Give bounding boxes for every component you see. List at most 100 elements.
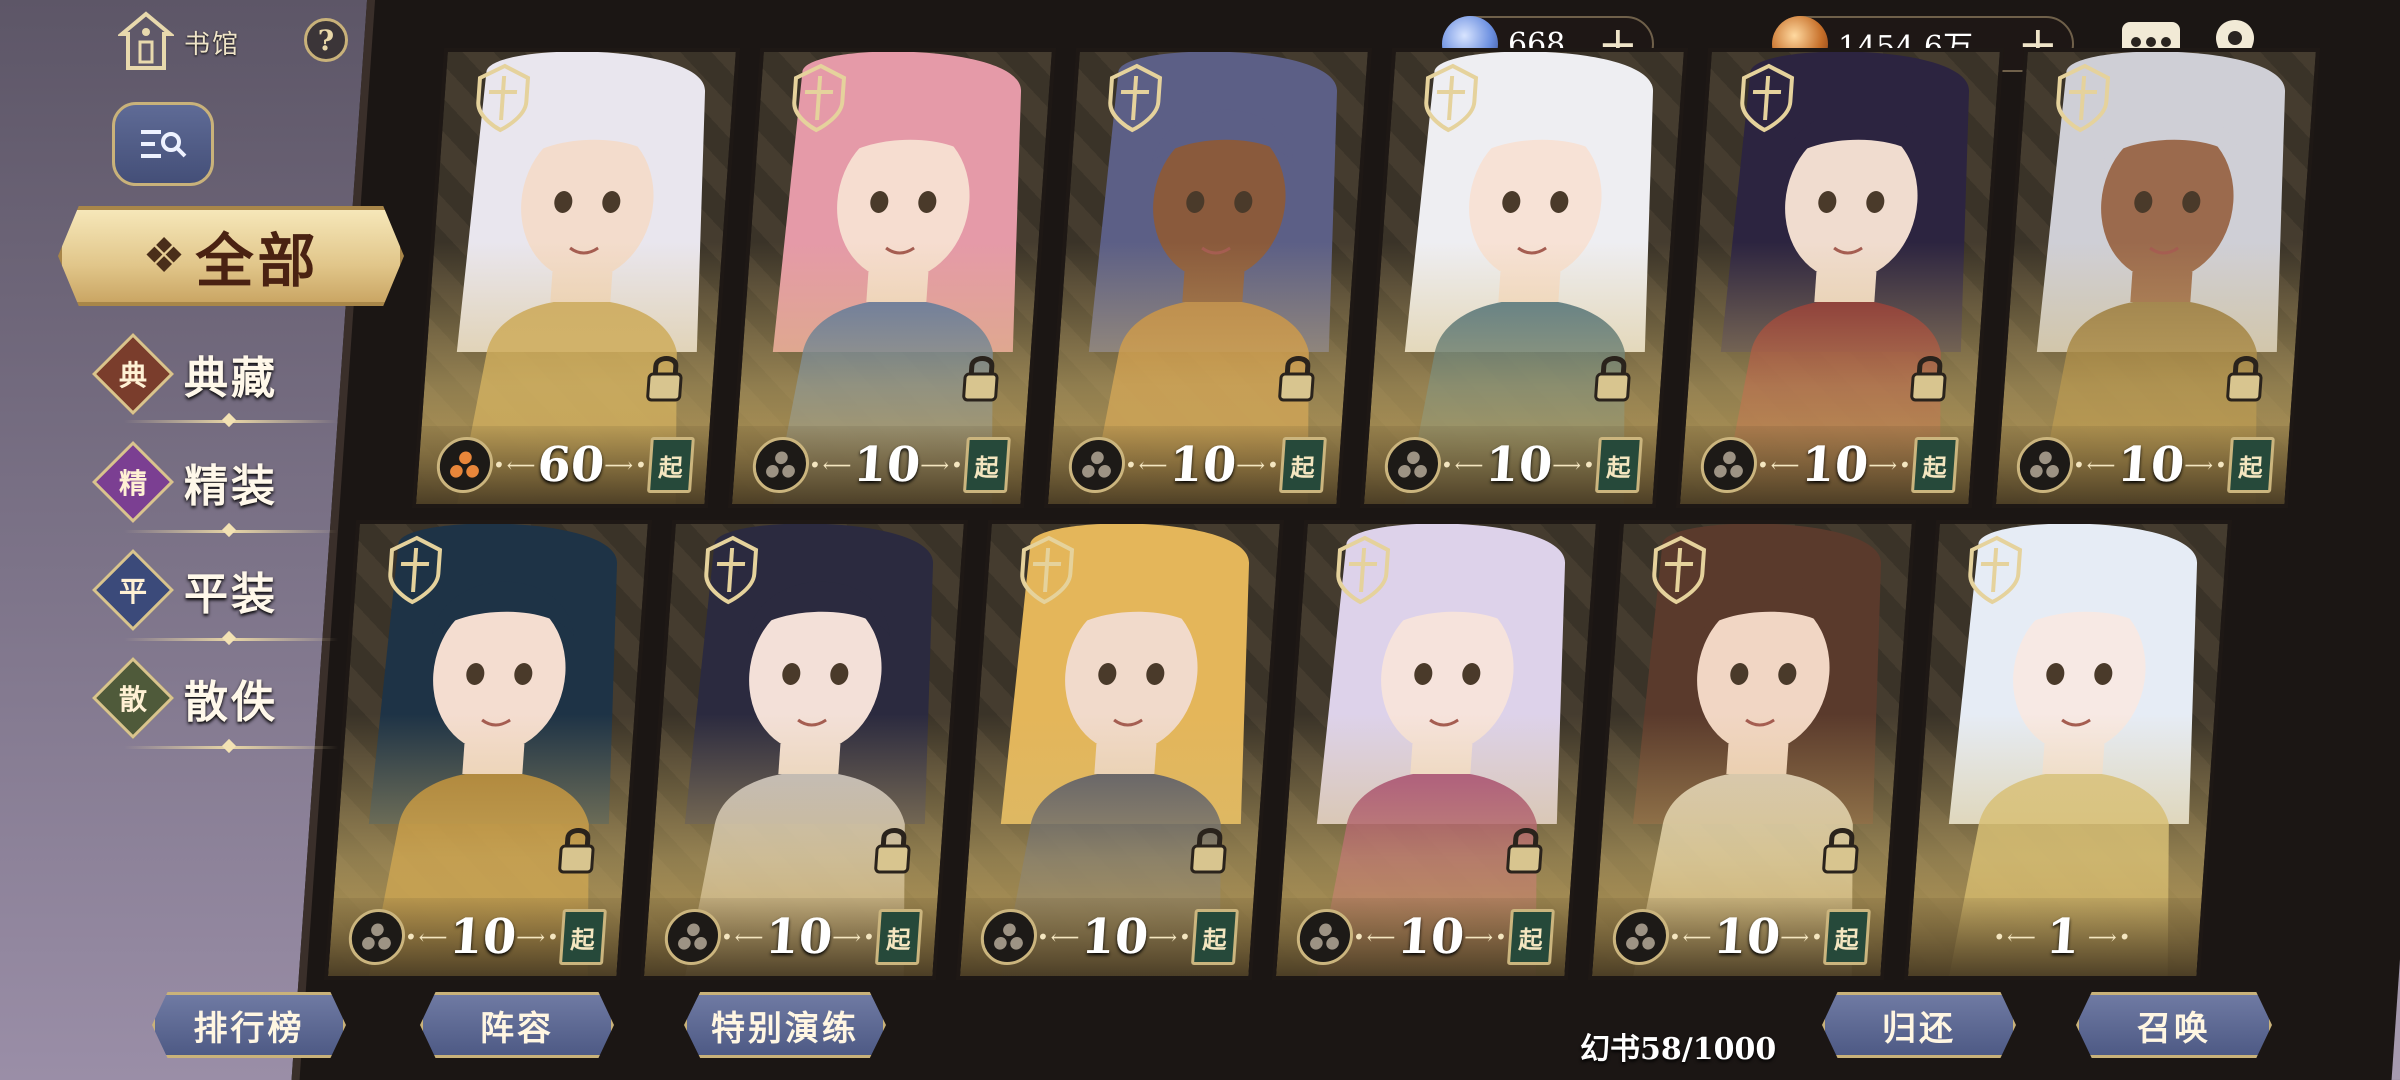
card-footer: •⟵1⟶•起 [1908, 898, 2202, 976]
card-footer: •⟵ 10 ⟶• 起 [1680, 426, 1974, 504]
card-badge-icon: 起 [2226, 437, 2275, 493]
category-deluxe-button[interactable]: 精 精装 [91, 440, 278, 524]
card-badge-icon: 起 [1594, 437, 1643, 493]
lock-icon [1822, 828, 1859, 874]
book-card[interactable]: •⟵ 10 ⟶• 起 [1991, 48, 2321, 508]
card-badge-icon: 起 [1506, 909, 1555, 965]
token-icon [1382, 437, 1443, 493]
faction-crest-icon [792, 63, 847, 133]
token-icon [346, 909, 407, 965]
token-icon [1066, 437, 1127, 493]
book-card[interactable]: •⟵1⟶•起 [1903, 520, 2233, 980]
arrow-right-icon: ⟶• [2183, 453, 2230, 477]
ranking-button[interactable]: 排行榜 [152, 992, 346, 1058]
category-paperback-button[interactable]: 平 平装 [91, 548, 278, 632]
special-drill-button[interactable]: 特别演练 [684, 992, 886, 1058]
arrow-right-icon: ⟶• [831, 925, 878, 949]
filter-search-icon [141, 130, 187, 158]
card-footer: •⟵ 10 ⟶• 起 [1276, 898, 1570, 976]
home-button[interactable]: 书馆 [118, 10, 240, 74]
faction-crest-icon [2056, 63, 2111, 133]
card-count: 10 [1483, 437, 1555, 493]
return-label: 归还 [1882, 1008, 1956, 1049]
lineup-button[interactable]: 阵容 [420, 992, 614, 1058]
category-label: 典藏 [184, 353, 278, 404]
book-card[interactable]: •⟵ 10 ⟶• 起 [323, 520, 653, 980]
card-count: 10 [1395, 909, 1467, 965]
book-card[interactable]: •⟵ 10 ⟶• 起 [955, 520, 1285, 980]
arrow-left-icon: •⟵ [1440, 453, 1487, 477]
book-card[interactable]: •⟵ 60 ⟶• 起 [411, 48, 741, 508]
arrow-left-icon: •⟵ [808, 453, 855, 477]
arrow-left-icon: •⟵ [1992, 925, 2039, 949]
category-collector-button[interactable]: 典 典藏 [91, 332, 278, 416]
category-scattered-button[interactable]: 散 散佚 [91, 656, 278, 740]
home-label: 书馆 [184, 29, 241, 60]
card-badge-icon: 起 [962, 437, 1011, 493]
arrow-right-icon: ⟶• [1463, 925, 1510, 949]
token-icon [1610, 909, 1671, 965]
card-footer: •⟵ 10 ⟶• 起 [1996, 426, 2290, 504]
category-label: 平装 [184, 569, 278, 620]
card-count: 10 [2115, 437, 2187, 493]
category-all-button[interactable]: ❖ 全部 [58, 206, 404, 306]
faction-crest-icon [1336, 535, 1391, 605]
category-label: 散佚 [184, 677, 278, 728]
arrow-left-icon: •⟵ [1352, 925, 1399, 949]
category-badge: 平 [91, 548, 175, 632]
library-count: 幻书58/1000 [1580, 1032, 1777, 1067]
card-count: 10 [851, 437, 923, 493]
lock-icon [874, 828, 911, 874]
summon-button[interactable]: 召唤 [2076, 992, 2272, 1058]
category-badge: 典 [91, 332, 175, 416]
arrow-right-icon: ⟶• [515, 925, 562, 949]
arrow-left-icon: •⟵ [1124, 453, 1171, 477]
faction-crest-icon [1652, 535, 1707, 605]
card-count: 10 [763, 909, 835, 965]
card-footer: •⟵ 10 ⟶• 起 [960, 898, 1254, 976]
token-icon [1294, 909, 1355, 965]
card-footer: •⟵ 10 ⟶• 起 [1048, 426, 1342, 504]
lock-icon [646, 356, 683, 402]
lock-icon [1910, 356, 1947, 402]
card-count: 10 [1167, 437, 1239, 493]
book-card[interactable]: •⟵ 10 ⟶• 起 [1043, 48, 1373, 508]
faction-crest-icon [1424, 63, 1479, 133]
category-badge: 精 [91, 440, 175, 524]
arrow-right-icon: ⟶• [603, 453, 650, 477]
lock-icon [1506, 828, 1543, 874]
question-icon: ? [317, 23, 335, 57]
arrow-right-icon: ⟶• [919, 453, 966, 477]
card-badge-icon: 起 [874, 909, 923, 965]
faction-crest-icon [704, 535, 759, 605]
book-card[interactable]: •⟵ 10 ⟶• 起 [1675, 48, 2005, 508]
card-footer: •⟵ 10 ⟶• 起 [328, 898, 622, 976]
token-icon [1698, 437, 1759, 493]
faction-crest-icon [476, 63, 531, 133]
arrow-right-icon: ⟶• [1867, 453, 1914, 477]
help-button[interactable]: ? [304, 18, 348, 62]
book-card[interactable]: •⟵ 10 ⟶• 起 [639, 520, 969, 980]
book-card[interactable]: •⟵ 10 ⟶• 起 [1359, 48, 1689, 508]
lock-icon [962, 356, 999, 402]
divider [124, 638, 338, 641]
faction-crest-icon [1968, 535, 2023, 605]
category-badge: 散 [91, 656, 175, 740]
filter-button[interactable] [112, 102, 214, 186]
book-card[interactable]: •⟵ 10 ⟶• 起 [727, 48, 1057, 508]
return-button[interactable]: 归还 [1822, 992, 2016, 1058]
faction-crest-icon [1108, 63, 1163, 133]
book-card[interactable]: •⟵ 10 ⟶• 起 [1271, 520, 1601, 980]
arrow-right-icon: ⟶• [1779, 925, 1826, 949]
book-card[interactable]: •⟵ 10 ⟶• 起 [1587, 520, 1917, 980]
arrow-right-icon: ⟶• [1235, 453, 1282, 477]
faction-crest-icon [1020, 535, 1075, 605]
card-count: 10 [1711, 909, 1783, 965]
card-footer: •⟵ 10 ⟶• 起 [732, 426, 1026, 504]
ranking-label: 排行榜 [193, 1008, 305, 1049]
card-badge-icon: 起 [1822, 909, 1871, 965]
library-home-icon [118, 11, 174, 70]
lock-icon [2226, 356, 2263, 402]
divider [124, 530, 338, 533]
arrow-left-icon: •⟵ [720, 925, 767, 949]
